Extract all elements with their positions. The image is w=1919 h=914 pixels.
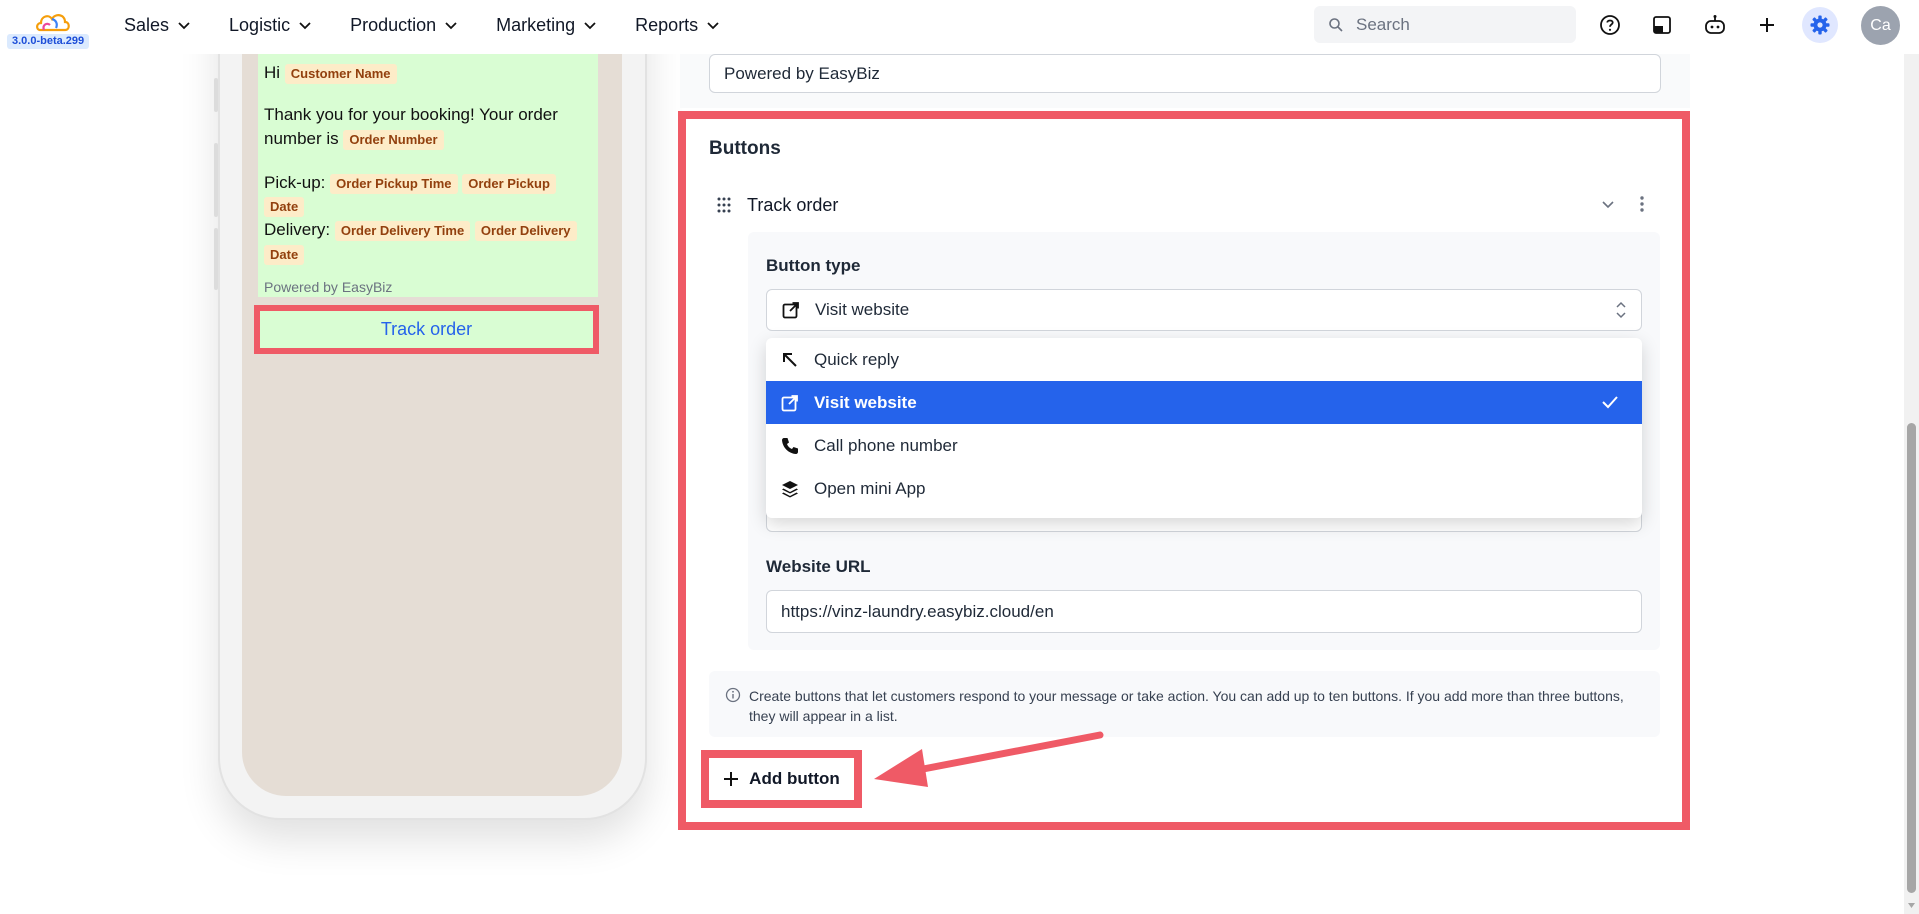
chevron-down-icon: [178, 22, 190, 30]
nav-logistic[interactable]: Logistic: [229, 15, 312, 36]
more-options-icon[interactable]: [1638, 194, 1646, 214]
user-avatar[interactable]: Ca: [1861, 6, 1900, 45]
option-label: Quick reply: [814, 349, 900, 369]
nav-marketing[interactable]: Marketing: [496, 15, 597, 36]
option-label: Call phone number: [814, 435, 958, 455]
option-open-mini-app[interactable]: Open mini App: [766, 467, 1642, 510]
annotation-arrow-icon: [874, 731, 1104, 787]
search-input[interactable]: Search: [1314, 6, 1576, 43]
arrow-up-left-icon: [783, 352, 797, 367]
nav-label: Reports: [635, 14, 699, 35]
drag-handle-icon[interactable]: [716, 196, 732, 214]
app-logo-icon[interactable]: [34, 10, 72, 36]
check-icon: [1602, 396, 1618, 409]
footer-text-input[interactable]: Powered by EasyBiz: [709, 54, 1661, 93]
external-link-icon: [781, 394, 798, 411]
greeting-text: Hi: [264, 63, 281, 82]
chevron-down-icon[interactable]: [1600, 196, 1616, 212]
plus-icon: [724, 772, 739, 786]
thank-you-line: Thank you for your booking! Your order: [264, 105, 558, 124]
buttons-section-title: Buttons: [709, 138, 781, 159]
nav-label: Production: [350, 14, 437, 35]
chevron-down-icon: [445, 22, 457, 30]
option-quick-reply[interactable]: Quick reply: [766, 338, 1642, 381]
add-button[interactable]: Add button: [709, 758, 854, 800]
info-icon: [725, 687, 741, 703]
nav-production[interactable]: Production: [350, 15, 458, 36]
greeting-line: Hi Customer Name: [264, 61, 397, 85]
chevron-down-icon: [707, 22, 719, 30]
phone-side-button: [214, 78, 218, 112]
settings-button[interactable]: [1802, 7, 1838, 43]
phone-icon: [782, 437, 798, 454]
option-call-phone[interactable]: Call phone number: [766, 424, 1642, 467]
pickup-line: Pick-up: Order Pickup Time Order Pickup: [264, 171, 556, 195]
chevron-down-icon: [299, 22, 311, 30]
pickup-line-cont: Date: [264, 194, 305, 218]
phone-side-button: [214, 228, 218, 290]
info-text: Create buttons that let customers respon…: [749, 688, 1624, 724]
website-url-input[interactable]: https://vinz-laundry.easybiz.cloud/en: [766, 590, 1642, 633]
scroll-thumb[interactable]: [1907, 423, 1916, 893]
variable-tag: Date: [264, 244, 305, 265]
layers-icon: [782, 480, 798, 497]
variable-tag: Order Pickup Time: [330, 173, 458, 194]
variable-tag: Order Pickup: [462, 173, 556, 194]
option-visit-website[interactable]: Visit website: [766, 381, 1642, 424]
chevron-down-icon: [584, 22, 596, 30]
top-navigation-bar: 3.0.0-beta.299 Sales Logistic Production…: [0, 0, 1919, 54]
variable-tag: Date: [264, 196, 305, 217]
order-number-line: number is Order Number: [264, 127, 444, 151]
plus-icon[interactable]: [1754, 12, 1780, 38]
button-type-select[interactable]: Visit website: [766, 289, 1642, 331]
nav-reports[interactable]: Reports: [635, 15, 720, 36]
select-value: Visit website: [815, 300, 910, 319]
track-order-preview-button[interactable]: Track order: [260, 311, 593, 348]
button-item-name[interactable]: Track order: [747, 195, 838, 216]
order-number-text: number is: [264, 129, 339, 148]
highlight-annotation: Track order: [254, 305, 599, 354]
variable-tag: Order Number: [343, 129, 444, 150]
help-icon[interactable]: [1597, 12, 1623, 38]
variable-tag: Order Delivery Time: [334, 220, 471, 241]
gear-icon: [1810, 15, 1830, 35]
nav-label: Sales: [124, 14, 170, 35]
pickup-label: Pick-up:: [264, 173, 326, 192]
search-placeholder: Search: [1356, 14, 1410, 34]
option-label: Open mini App: [814, 478, 926, 498]
add-button-label: Add button: [749, 769, 840, 788]
website-url-label: Website URL: [766, 557, 871, 576]
version-badge: 3.0.0-beta.299: [7, 34, 90, 49]
scroll-down-icon[interactable]: [1907, 901, 1916, 910]
chevron-up-down-icon: [1616, 301, 1626, 319]
bot-icon[interactable]: [1702, 12, 1728, 38]
powered-by-text: Powered by EasyBiz: [264, 279, 393, 295]
variable-tag: Customer Name: [284, 63, 397, 84]
nav-label: Logistic: [229, 14, 291, 35]
panel-toggle-icon[interactable]: [1649, 12, 1675, 38]
button-type-label: Button type: [766, 256, 861, 275]
variable-tag: Order Delivery: [474, 220, 577, 241]
delivery-line: Delivery: Order Delivery Time Order Deli…: [264, 218, 577, 242]
search-icon: [1329, 17, 1343, 32]
external-link-icon: [782, 302, 799, 319]
page-scrollbar[interactable]: [1904, 0, 1919, 914]
delivery-label: Delivery:: [264, 220, 331, 239]
nav-sales[interactable]: Sales: [124, 15, 191, 36]
main-nav: Sales Logistic Production Marketing Repo…: [124, 0, 758, 50]
option-label: Visit website: [814, 392, 917, 412]
highlight-annotation: Add button: [701, 750, 862, 808]
delivery-line-cont: Date: [264, 242, 305, 266]
nav-label: Marketing: [496, 14, 576, 35]
info-notice: Create buttons that let customers respon…: [709, 671, 1660, 737]
button-type-dropdown: Quick reply Visit website Call phone num…: [766, 338, 1642, 518]
phone-side-button: [214, 143, 218, 217]
